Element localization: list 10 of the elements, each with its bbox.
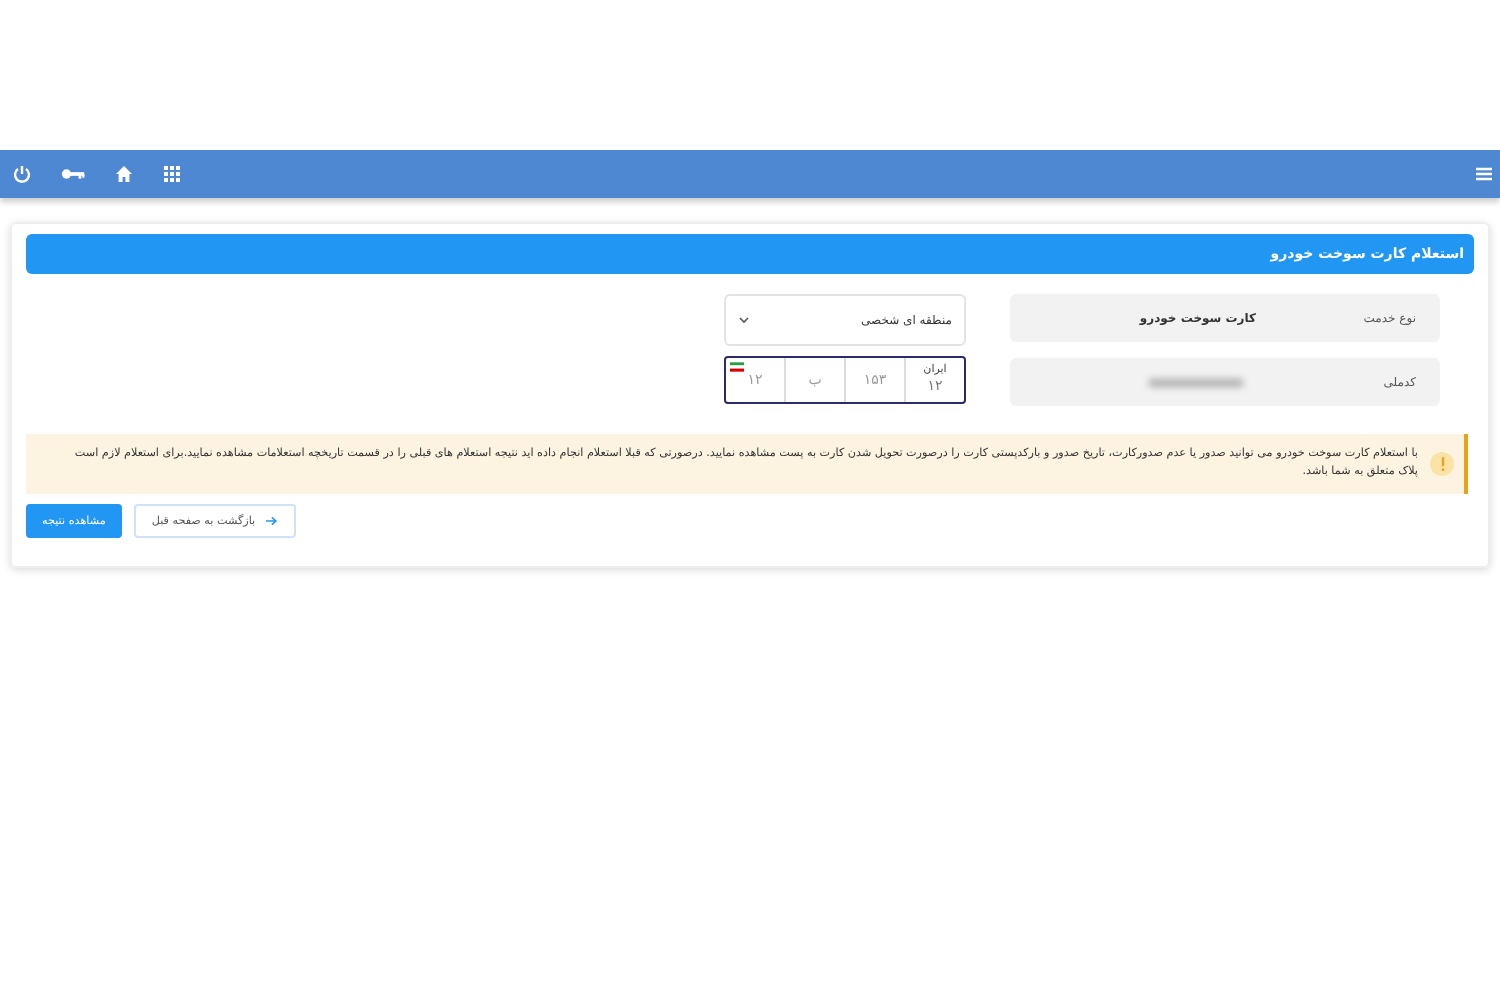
chevron-icon	[738, 316, 750, 324]
power-icon[interactable]	[12, 164, 32, 184]
arrow-icon	[263, 516, 278, 526]
menu-icon[interactable]	[1474, 164, 1494, 184]
key-icon[interactable]	[60, 164, 86, 184]
blurred-value	[1148, 377, 1244, 387]
warning-icon	[1430, 452, 1454, 476]
flag-icon	[730, 362, 744, 372]
home-icon[interactable]	[114, 164, 134, 184]
apps-icon[interactable]	[162, 164, 182, 184]
